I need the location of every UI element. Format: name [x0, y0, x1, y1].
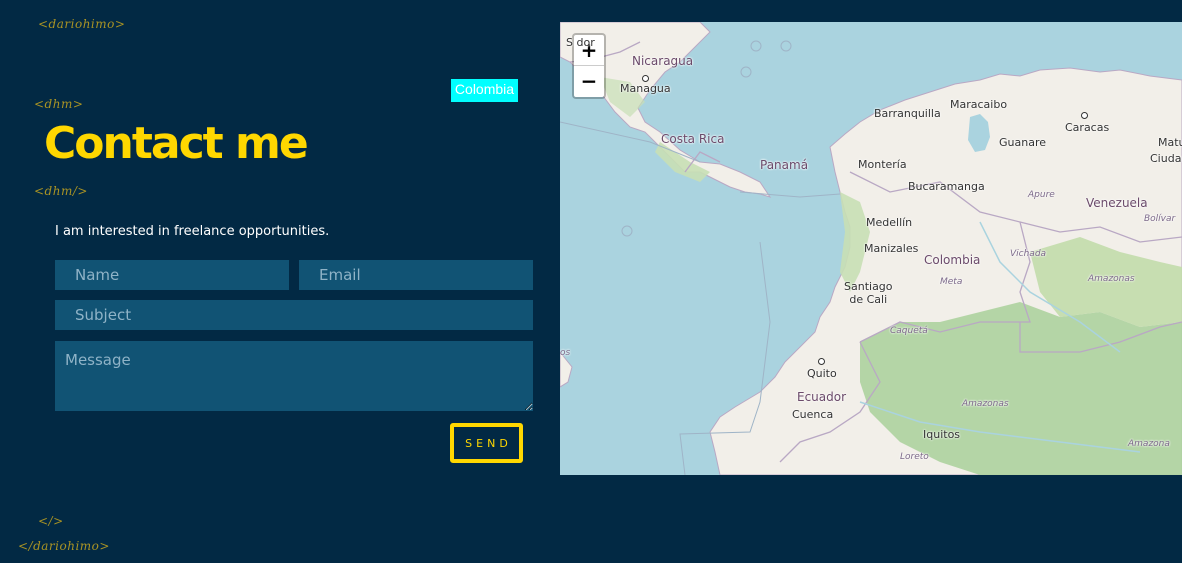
map-label-venezuela: Venezuela: [1086, 196, 1148, 210]
map-label-caqueta: Caquetá: [890, 326, 928, 336]
map-label-ecuador: Ecuador: [797, 390, 847, 404]
map-label-monteria: Montería: [858, 158, 907, 171]
map-label-costa-rica: Costa Rica: [661, 132, 725, 146]
island: [750, 40, 762, 52]
subject-field[interactable]: [55, 300, 533, 330]
map-label-managua: Managua: [620, 82, 671, 95]
page-title: Contact me: [44, 118, 309, 169]
island: [780, 40, 792, 52]
map-label-loreto: Loreto: [900, 452, 929, 462]
map-label-quito: Quito: [807, 367, 837, 380]
send-button[interactable]: SEND: [450, 423, 523, 463]
map-label-iquitos: Iquitos: [923, 428, 961, 441]
map-label-guanare: Guanare: [999, 136, 1046, 149]
map-label-apure: Apure: [1028, 190, 1055, 200]
map-label-vichada: Vichada: [1010, 249, 1047, 259]
heading-tag-close: <dhm/>: [34, 184, 88, 198]
map-label-manizales: Manizales: [864, 242, 919, 255]
zoom-out-button[interactable]: −: [574, 66, 604, 96]
map-label-nicaragua: Nicaragua: [632, 54, 694, 68]
code-tag-close-small: </>: [38, 514, 64, 528]
map-label-cuenca: Cuenca: [792, 408, 834, 421]
intro-text: I am interested in freelance opportuniti…: [55, 224, 330, 239]
map-label-amazonas-co: Amazonas: [962, 399, 1009, 409]
city-dot: [1081, 112, 1088, 119]
map-label-meta: Meta: [940, 277, 963, 287]
email-field[interactable]: [299, 260, 533, 290]
map-label-os: os: [560, 348, 571, 358]
city-dot: [818, 358, 825, 365]
map-label-santiago-de-cali: Santiago de Cali: [844, 280, 893, 306]
map-label-ciudad: Ciudad C: [1150, 152, 1182, 165]
map-label-salvador: S dor: [566, 36, 595, 49]
maritime-boundary: [739, 191, 841, 198]
map-label-amazonas-ve: Amazonas: [1088, 274, 1135, 284]
map-label-colombia: Colombia: [924, 253, 981, 267]
map-label-panama: Panamá: [760, 158, 809, 172]
code-tag-open: <dariohimo>: [38, 17, 126, 31]
map-label-caracas: Caracas: [1065, 121, 1110, 134]
map-label-amazona: Amazona: [1128, 439, 1170, 449]
map-label-barranquilla: Barranquilla: [874, 107, 941, 120]
map-label-bolivar: Bolívar: [1144, 214, 1176, 224]
island: [740, 66, 752, 78]
island: [621, 225, 633, 237]
name-field[interactable]: [55, 260, 289, 290]
heading-tag-open: <dhm>: [34, 97, 84, 111]
map-label-bucaramanga: Bucaramanga: [908, 180, 985, 193]
map[interactable]: + − S dor Nicaragua Managua Costa Rica P…: [560, 22, 1182, 475]
code-tag-close: </dariohimo>: [18, 539, 110, 553]
country-tooltip: Colombia: [451, 79, 518, 102]
map-label-maracaibo: Maracaibo: [950, 98, 1008, 111]
message-field[interactable]: [55, 341, 533, 411]
map-label-matur: Matur: [1158, 136, 1182, 149]
map-label-medellin: Medellín: [866, 216, 913, 229]
city-dot: [642, 75, 649, 82]
